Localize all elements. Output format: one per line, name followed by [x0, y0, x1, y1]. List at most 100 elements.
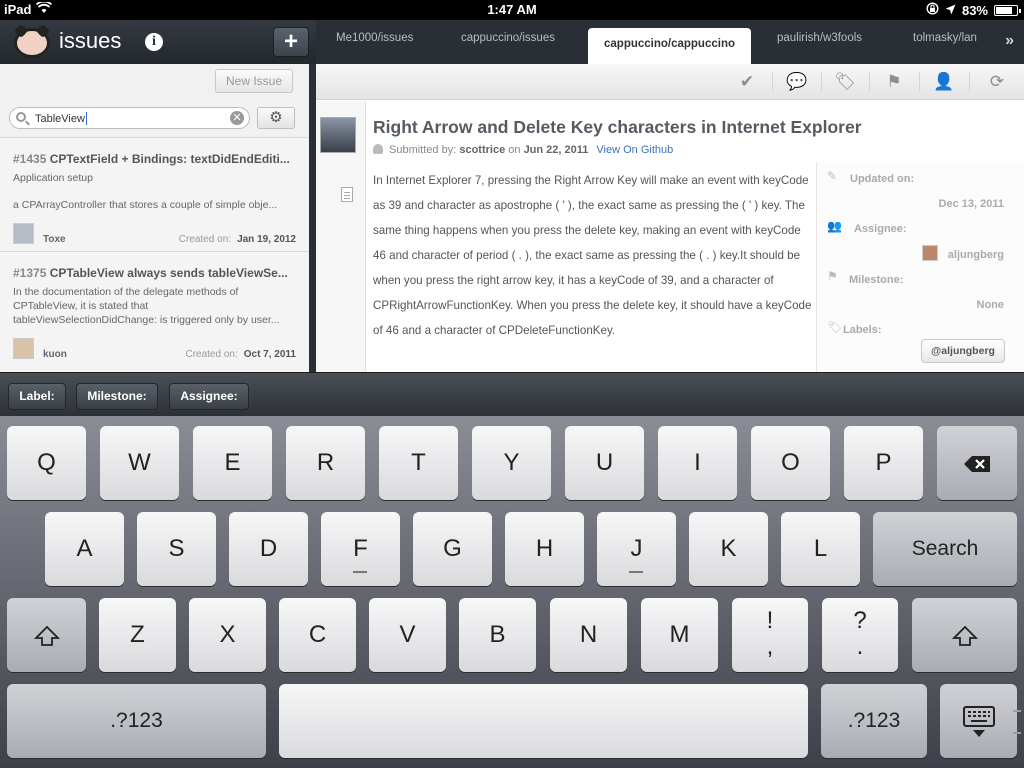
- issues-sidebar: issues i + New Issue TableView ✕ ⚙ #1435…: [0, 20, 316, 372]
- key-j[interactable]: J: [597, 512, 676, 586]
- numbers-key-right[interactable]: .?123: [821, 684, 927, 758]
- key-w[interactable]: W: [100, 426, 179, 500]
- keyboard-split-handle[interactable]: [1013, 710, 1021, 734]
- tab-paulirish-w3fools[interactable]: paulirish/w3fools: [777, 32, 862, 44]
- issue-user: kuon: [43, 349, 67, 360]
- key-v[interactable]: V: [369, 598, 446, 672]
- shift-key-right[interactable]: [912, 598, 1017, 672]
- key-d[interactable]: D: [229, 512, 308, 586]
- rotation-lock-icon: [926, 2, 939, 18]
- comment-gutter: [316, 101, 366, 372]
- battery-percent: 83%: [961, 2, 988, 18]
- issue-excerpt: In the documentation of the delegate met…: [13, 286, 239, 298]
- space-bar[interactable]: [279, 684, 808, 758]
- onscreen-keyboard: Q W E R T Y U I O P A S D F G H J K L Se…: [0, 416, 1024, 768]
- dismiss-keyboard-key[interactable]: [940, 684, 1017, 758]
- key-o[interactable]: O: [751, 426, 830, 500]
- clock: 1:47 AM: [487, 2, 537, 17]
- key-question-period[interactable]: ? .: [822, 598, 898, 672]
- key-exclam-comma[interactable]: ! ,: [732, 598, 808, 672]
- clear-search-icon[interactable]: ✕: [230, 111, 244, 125]
- tag-icon: 🏷: [827, 320, 843, 334]
- key-q[interactable]: Q: [7, 426, 86, 500]
- backspace-icon: [963, 449, 991, 476]
- labels-label: Labels:: [843, 324, 882, 336]
- add-comment-icon[interactable]: 💬: [786, 72, 808, 92]
- tab-cappuccino-issues[interactable]: cappuccino/issues: [461, 32, 555, 44]
- filter-settings-button[interactable]: ⚙: [257, 107, 295, 129]
- label-filter-button[interactable]: Label:: [8, 383, 66, 410]
- assign-user-icon[interactable]: 👤: [933, 72, 955, 92]
- issue-excerpt: a CPArrayController that stores a couple…: [13, 199, 278, 211]
- close-issue-checkmark-icon[interactable]: ✔: [736, 72, 758, 92]
- key-b[interactable]: B: [459, 598, 536, 672]
- label-tag-icon[interactable]: 🏷: [834, 72, 856, 92]
- updated-value: Dec 13, 2011: [938, 198, 1004, 210]
- issue-list-item[interactable]: #1375 CPTableView always sends tableView…: [0, 251, 309, 372]
- key-s[interactable]: S: [137, 512, 216, 586]
- search-input[interactable]: TableView ✕: [9, 107, 250, 129]
- refresh-icon[interactable]: ⟳: [986, 72, 1008, 92]
- key-r[interactable]: R: [286, 426, 365, 500]
- view-on-github-link[interactable]: View On Github: [596, 144, 673, 156]
- key-t[interactable]: T: [379, 426, 458, 500]
- issue-excerpt: Application setup: [13, 172, 93, 184]
- backspace-key[interactable]: [937, 426, 1017, 500]
- issue-list-item[interactable]: #1435 CPTextField + Bindings: textDidEnd…: [0, 137, 309, 251]
- avatar: [320, 117, 356, 153]
- repo-tabs: Me1000/issues cappuccino/issues cappucci…: [316, 20, 1024, 64]
- avatar: [13, 338, 34, 359]
- location-icon: [945, 3, 956, 18]
- milestone-filter-button[interactable]: Milestone:: [76, 383, 158, 410]
- assignee-filter-button[interactable]: Assignee:: [169, 383, 249, 410]
- key-x[interactable]: X: [189, 598, 266, 672]
- key-c[interactable]: C: [279, 598, 356, 672]
- key-z[interactable]: Z: [99, 598, 176, 672]
- issue-toolbar: ✔ 💬 🏷 ⚑ 👤 ⟳: [316, 64, 1024, 100]
- more-tabs-icon[interactable]: »: [1005, 32, 1014, 50]
- issue-title: #1375 CPTableView always sends tableView…: [13, 266, 288, 280]
- key-e[interactable]: E: [193, 426, 272, 500]
- issue-excerpt: tableViewSelectionDidChange: is triggere…: [13, 314, 280, 326]
- user-icon: [373, 144, 383, 154]
- issue-meta: Submitted by: scottrice on Jun 22, 2011 V…: [373, 144, 673, 156]
- gear-icon: ⚙: [269, 109, 283, 126]
- search-input-value: TableView: [35, 113, 85, 125]
- avatar: [922, 245, 938, 261]
- signpost-icon: ⚑: [827, 269, 838, 283]
- key-k[interactable]: K: [689, 512, 768, 586]
- key-a[interactable]: A: [45, 512, 124, 586]
- issue-body: In Internet Explorer 7, pressing the Rig…: [373, 174, 812, 337]
- issue-details-sidebar: ✎ Updated on: Dec 13, 2011 👥 Assignee: a…: [816, 162, 1024, 372]
- label-chip[interactable]: @aljungberg: [921, 339, 1005, 363]
- new-issue-button[interactable]: New Issue: [215, 69, 293, 93]
- key-l[interactable]: L: [781, 512, 860, 586]
- info-icon[interactable]: i: [145, 33, 163, 51]
- key-y[interactable]: Y: [472, 426, 551, 500]
- octocat-logo-icon: [14, 28, 50, 58]
- search-key[interactable]: Search: [873, 512, 1017, 586]
- milestone-signpost-icon[interactable]: ⚑: [883, 72, 905, 92]
- shift-key-left[interactable]: [7, 598, 86, 672]
- assignee-value[interactable]: aljungberg: [948, 249, 1004, 261]
- keyboard-dismiss-icon: [962, 705, 996, 737]
- key-n[interactable]: N: [550, 598, 627, 672]
- add-repo-button[interactable]: +: [273, 27, 309, 57]
- issue-title: #1435 CPTextField + Bindings: textDidEnd…: [13, 152, 290, 166]
- key-p[interactable]: P: [844, 426, 923, 500]
- keyboard-accessory-bar: Label: Milestone: Assignee:: [0, 372, 1024, 416]
- assignee-label: Assignee:: [854, 223, 907, 235]
- avatar: [13, 223, 34, 244]
- tab-me1000-issues[interactable]: Me1000/issues: [336, 32, 413, 44]
- key-g[interactable]: G: [413, 512, 492, 586]
- key-i[interactable]: I: [658, 426, 737, 500]
- tab-tolmasky-lan[interactable]: tolmasky/lan: [913, 32, 977, 44]
- milestone-label: Milestone:: [849, 274, 904, 286]
- submitter-link[interactable]: scottrice: [459, 144, 505, 156]
- tab-cappuccino-cappuccino[interactable]: cappuccino/cappuccino: [588, 28, 751, 64]
- key-h[interactable]: H: [505, 512, 584, 586]
- key-m[interactable]: M: [641, 598, 718, 672]
- key-u[interactable]: U: [565, 426, 644, 500]
- key-f[interactable]: F: [321, 512, 400, 586]
- numbers-key-left[interactable]: .?123: [7, 684, 266, 758]
